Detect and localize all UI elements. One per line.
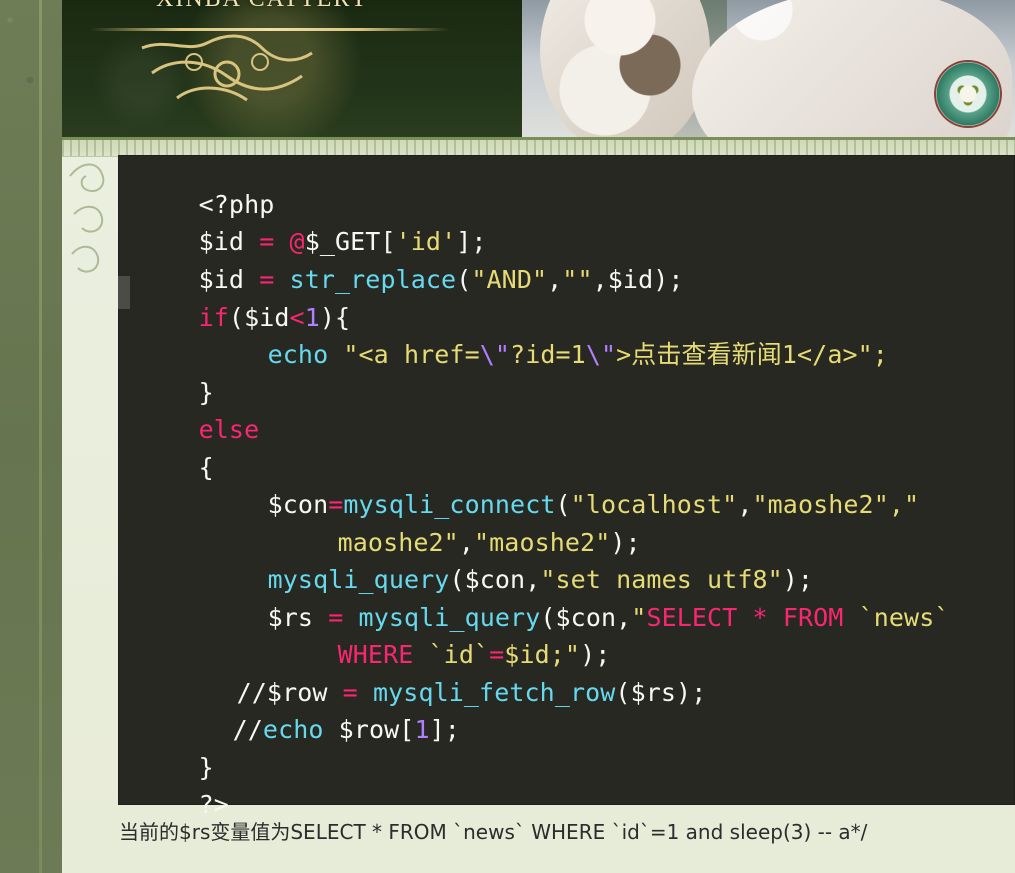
code-line-8: { [138, 430, 214, 505]
code-token: "" [562, 265, 593, 294]
code-token: >点击查看新闻1</a>"; [616, 340, 888, 369]
cattery-title: XINBA CATTERY [156, 0, 369, 13]
code-token: , [547, 265, 563, 294]
code-token: echo [267, 340, 329, 369]
code-token: , [737, 490, 753, 519]
code-token: $id [607, 265, 654, 294]
banner-ornament [141, 34, 313, 102]
code-token: ?id=1 [510, 340, 586, 369]
code-token: ( [615, 678, 631, 707]
result-message: 当前的$rs变量值为SELECT * FROM `news` WHERE `id… [119, 820, 868, 844]
cat-photo [522, 0, 1015, 137]
php-close-tag: ?> [198, 790, 229, 819]
code-token: [ [399, 715, 415, 744]
code-token: $rs [630, 678, 677, 707]
code-token: FROM [782, 603, 844, 632]
left-decorative-frame [0, 0, 62, 873]
code-token: , [592, 265, 608, 294]
code-token: SELECT [646, 603, 738, 632]
code-token: $row [323, 715, 400, 744]
code-token: `news` [843, 603, 950, 632]
code-token: "maoshe2" [752, 490, 889, 519]
code-token: 1 [414, 715, 430, 744]
code-line-5: echo "<a href=\"?id=1\">点击查看新闻1</a>"; [207, 317, 888, 392]
code-line-15: //echo $row[1]; [172, 692, 460, 767]
code-token: ]; [429, 715, 460, 744]
code-token: "<a href= [328, 340, 480, 369]
code-token: ( [456, 265, 472, 294]
code-block: <?php $id = @$_GET['id']; $id = str_repl… [118, 155, 1015, 817]
code-token: ," [888, 490, 920, 519]
code-token: , [616, 603, 632, 632]
code-token: ); [653, 265, 684, 294]
code-token: ); [676, 678, 707, 707]
code-token: * [737, 603, 783, 632]
code-token: "AND" [471, 265, 548, 294]
cat-left [540, 0, 710, 137]
code-token: // [232, 715, 263, 744]
cursor-gutter-marker [118, 276, 130, 309]
code-token: \" [585, 340, 617, 369]
code-token: " [631, 603, 647, 632]
left-floral-decoration [69, 163, 105, 273]
cattery-seal [934, 60, 1002, 128]
code-token: \" [479, 340, 511, 369]
code-token: echo [262, 715, 324, 744]
site-banner: XINBA CATTERY [62, 0, 1015, 140]
